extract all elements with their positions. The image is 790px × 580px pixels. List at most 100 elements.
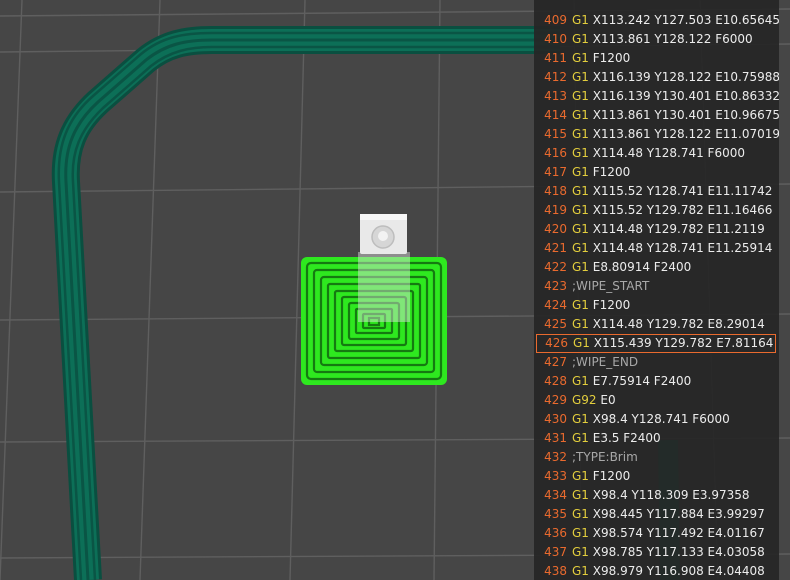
gcode-line[interactable]: 437 G1 X98.785 Y117.133 E4.03058 bbox=[536, 543, 776, 562]
gcode-line[interactable]: 438 G1 X98.979 Y116.908 E4.04408 bbox=[536, 562, 776, 580]
gcode-line[interactable]: 430 G1 X98.4 Y128.741 F6000 bbox=[536, 410, 776, 429]
gcode-comment: ;WIPE_END bbox=[572, 355, 639, 369]
gcode-command: G1 bbox=[572, 564, 589, 578]
gcode-line[interactable]: 410 G1 X113.861 Y128.122 F6000 bbox=[536, 30, 776, 49]
gcode-command: G1 bbox=[572, 545, 589, 559]
gcode-line[interactable]: 419 G1 X115.52 Y129.782 E11.16466 bbox=[536, 201, 776, 220]
gcode-line-number: 423 bbox=[544, 279, 567, 293]
gcode-command: G1 bbox=[572, 51, 589, 65]
gcode-line-number: 412 bbox=[544, 70, 567, 84]
gcode-line-number: 433 bbox=[544, 469, 567, 483]
gcode-line-number: 420 bbox=[544, 222, 567, 236]
gcode-line-number: 414 bbox=[544, 108, 567, 122]
gcode-arguments: X113.861 Y128.122 F6000 bbox=[592, 32, 753, 46]
gcode-arguments: F1200 bbox=[592, 165, 631, 179]
gcode-arguments: X98.4 Y118.309 E3.97358 bbox=[592, 488, 750, 502]
gcode-line[interactable]: 414 G1 X113.861 Y130.401 E10.96675 bbox=[536, 106, 779, 125]
gcode-line[interactable]: 436 G1 X98.574 Y117.492 E4.01167 bbox=[536, 524, 776, 543]
gcode-command: G1 bbox=[572, 374, 589, 388]
gcode-arguments: X114.48 Y128.741 E11.25914 bbox=[592, 241, 773, 255]
gcode-comment: ;TYPE:Brim bbox=[572, 450, 638, 464]
gcode-arguments: X114.48 Y129.782 E11.2119 bbox=[592, 222, 765, 236]
gcode-command: G1 bbox=[572, 298, 589, 312]
gcode-line-number: 430 bbox=[544, 412, 567, 426]
gcode-arguments: X114.48 Y129.782 E8.29014 bbox=[592, 317, 765, 331]
gcode-line-number: 429 bbox=[544, 393, 567, 407]
gcode-command: G1 bbox=[572, 488, 589, 502]
gcode-line-number: 431 bbox=[544, 431, 567, 445]
gcode-command: G1 bbox=[572, 146, 589, 160]
gcode-line[interactable]: 418 G1 X115.52 Y128.741 E11.11742 bbox=[536, 182, 776, 201]
gcode-line[interactable]: 428 G1 E7.75914 F2400 bbox=[536, 372, 776, 391]
gcode-command: G1 bbox=[572, 70, 589, 84]
gcode-arguments: X114.48 Y128.741 F6000 bbox=[592, 146, 745, 160]
gcode-line[interactable]: 427 ;WIPE_END bbox=[536, 353, 776, 372]
gcode-arguments: F1200 bbox=[592, 469, 631, 483]
gcode-line[interactable]: 413 G1 X116.139 Y130.401 E10.86332 bbox=[536, 87, 779, 106]
gcode-line-number: 436 bbox=[544, 526, 567, 540]
gcode-line-number: 411 bbox=[544, 51, 567, 65]
gcode-line[interactable]: 421 G1 X114.48 Y128.741 E11.25914 bbox=[536, 239, 776, 258]
gcode-line[interactable]: 412 G1 X116.139 Y128.122 E10.75988 bbox=[536, 68, 779, 87]
gcode-line[interactable]: 423 ;WIPE_START bbox=[536, 277, 776, 296]
gcode-line-number: 427 bbox=[544, 355, 567, 369]
gcode-arguments: E3.5 F2400 bbox=[592, 431, 661, 445]
gcode-line-number: 424 bbox=[544, 298, 567, 312]
gcode-line[interactable]: 415 G1 X113.861 Y128.122 E11.07019 bbox=[536, 125, 779, 144]
gcode-arguments: F1200 bbox=[592, 298, 631, 312]
gcode-line[interactable]: 425 G1 X114.48 Y129.782 E8.29014 bbox=[536, 315, 776, 334]
gcode-line-number: 417 bbox=[544, 165, 567, 179]
gcode-line[interactable]: 424 G1 F1200 bbox=[536, 296, 776, 315]
gcode-command: G92 bbox=[572, 393, 597, 407]
gcode-viewer-panel[interactable]: 409 G1 X113.242 Y127.503 E10.65645 410 G1 X… bbox=[534, 0, 779, 580]
gcode-arguments: X113.861 Y128.122 E11.07019 bbox=[592, 127, 779, 141]
gcode-line-number: 409 bbox=[544, 13, 567, 27]
gcode-line[interactable]: 409 G1 X113.242 Y127.503 E10.65645 bbox=[536, 11, 779, 30]
gcode-line[interactable]: 416 G1 X114.48 Y128.741 F6000 bbox=[536, 144, 776, 163]
gcode-command: G1 bbox=[572, 203, 589, 217]
gcode-command: G1 bbox=[572, 184, 589, 198]
gcode-line-number: 435 bbox=[544, 507, 567, 521]
gcode-line[interactable]: 417 G1 F1200 bbox=[536, 163, 776, 182]
gcode-arguments: X98.979 Y116.908 E4.04408 bbox=[592, 564, 765, 578]
gcode-line-number: 426 bbox=[545, 336, 568, 350]
gcode-command: G1 bbox=[572, 431, 589, 445]
gcode-arguments: X116.139 Y128.122 E10.75988 bbox=[592, 70, 779, 84]
gcode-line-number: 428 bbox=[544, 374, 567, 388]
gcode-line[interactable]: 422 G1 E8.80914 F2400 bbox=[536, 258, 776, 277]
gcode-line[interactable]: 431 G1 E3.5 F2400 bbox=[536, 429, 776, 448]
gcode-line-number: 434 bbox=[544, 488, 567, 502]
gcode-command: G1 bbox=[572, 89, 589, 103]
gcode-line[interactable]: 434 G1 X98.4 Y118.309 E3.97358 bbox=[536, 486, 776, 505]
gcode-line-number: 421 bbox=[544, 241, 567, 255]
gcode-command: G1 bbox=[572, 469, 589, 483]
gcode-command: G1 bbox=[572, 127, 589, 141]
gcode-line[interactable]: 433 G1 F1200 bbox=[536, 467, 776, 486]
gcode-line-number: 432 bbox=[544, 450, 567, 464]
gcode-line-number: 437 bbox=[544, 545, 567, 559]
gcode-line-number: 416 bbox=[544, 146, 567, 160]
gcode-line[interactable]: 429 G92 E0 bbox=[536, 391, 776, 410]
gcode-arguments: X115.439 Y129.782 E7.81164 bbox=[593, 336, 774, 350]
gcode-command: G1 bbox=[573, 336, 590, 350]
nozzle-indicator bbox=[358, 214, 410, 322]
gcode-arguments: E7.75914 F2400 bbox=[592, 374, 692, 388]
gcode-command: G1 bbox=[572, 222, 589, 236]
gcode-line-number: 418 bbox=[544, 184, 567, 198]
gcode-arguments: X113.861 Y130.401 E10.96675 bbox=[592, 108, 779, 122]
gcode-command: G1 bbox=[572, 260, 589, 274]
gcode-arguments: X115.52 Y128.741 E11.11742 bbox=[592, 184, 773, 198]
gcode-line[interactable]: 435 G1 X98.445 Y117.884 E3.99297 bbox=[536, 505, 776, 524]
gcode-line-number: 438 bbox=[544, 564, 567, 578]
gcode-line-selected[interactable]: 426 G1 X115.439 Y129.782 E7.81164 bbox=[536, 334, 776, 353]
gcode-arguments: E0 bbox=[600, 393, 616, 407]
gcode-comment: ;WIPE_START bbox=[572, 279, 650, 293]
gcode-line[interactable]: 432 ;TYPE:Brim bbox=[536, 448, 776, 467]
gcode-command: G1 bbox=[572, 317, 589, 331]
gcode-line[interactable]: 420 G1 X114.48 Y129.782 E11.2119 bbox=[536, 220, 776, 239]
gcode-line[interactable]: 411 G1 F1200 bbox=[536, 49, 776, 68]
gcode-arguments: X115.52 Y129.782 E11.16466 bbox=[592, 203, 773, 217]
gcode-line-number: 422 bbox=[544, 260, 567, 274]
gcode-line-number: 415 bbox=[544, 127, 567, 141]
gcode-command: G1 bbox=[572, 507, 589, 521]
